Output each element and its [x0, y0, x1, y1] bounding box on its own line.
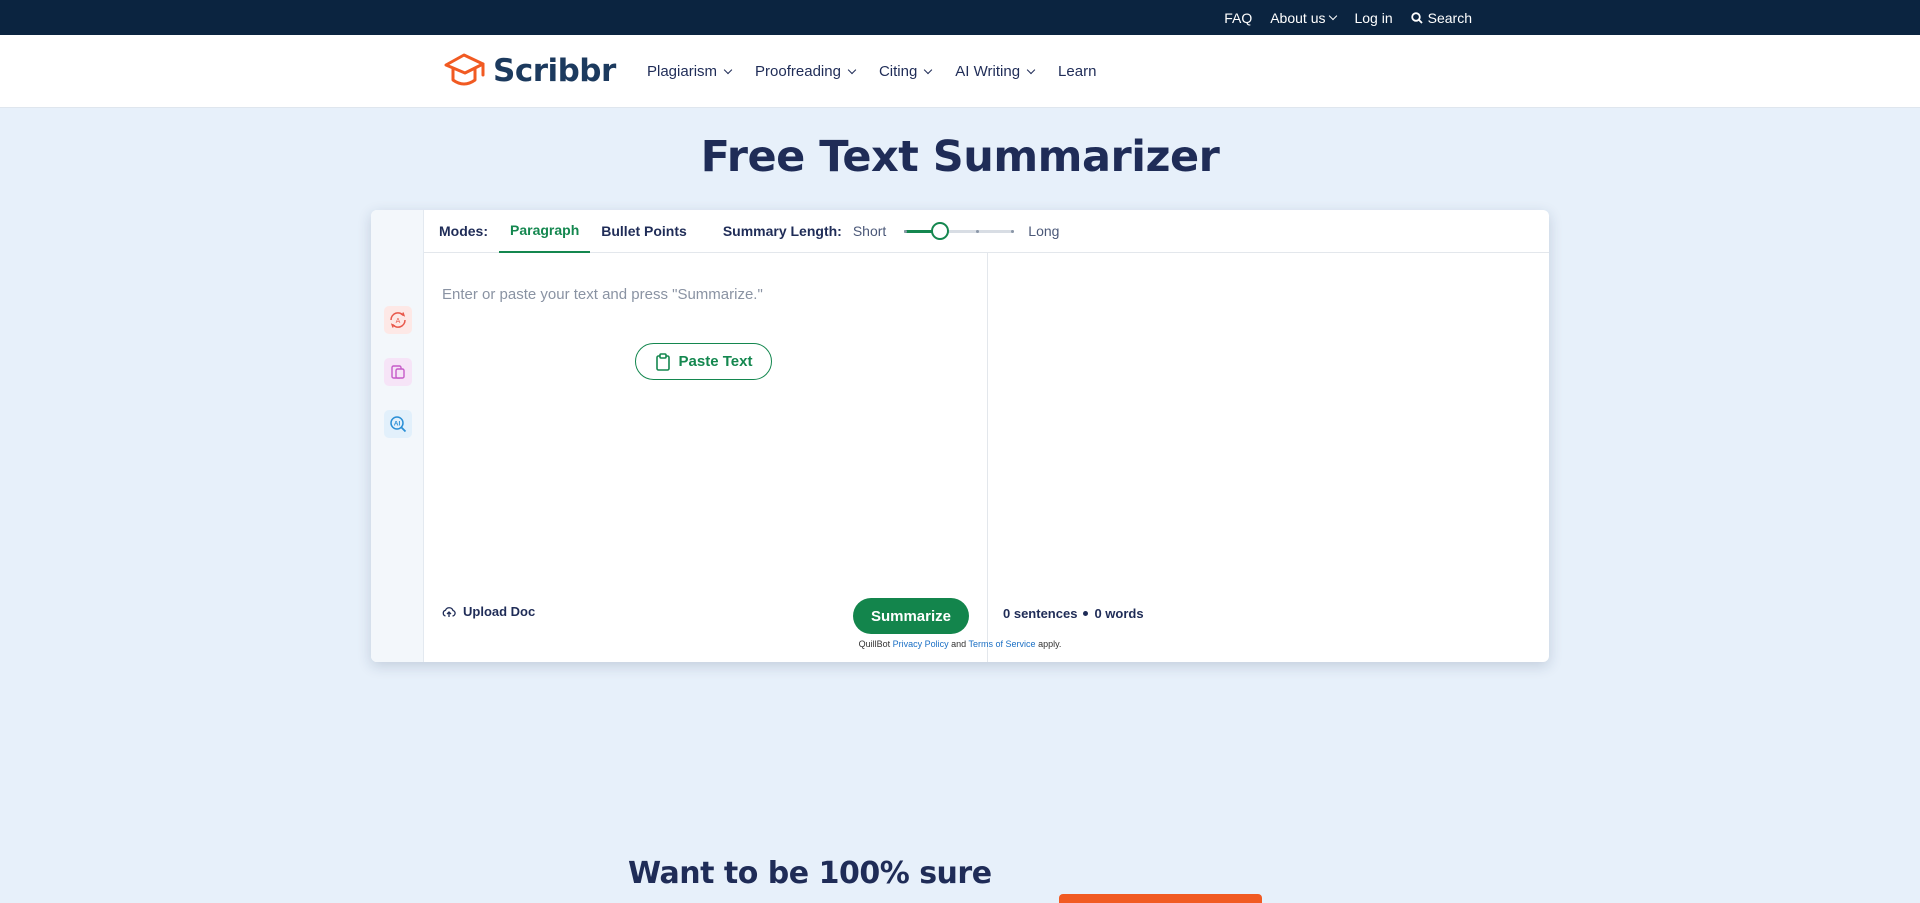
summary-stats: 0 sentences 0 words — [1003, 606, 1144, 621]
promo-heading: Want to be 100% sure — [628, 856, 992, 891]
nav-item-ai-writing[interactable]: AI Writing — [955, 63, 1036, 80]
about-us-link[interactable]: About us — [1270, 9, 1338, 26]
terms-of-service-link[interactable]: Terms of Service — [969, 639, 1036, 649]
nav-item-plagiarism[interactable]: Plagiarism — [647, 63, 733, 80]
cloud-upload-icon — [442, 606, 456, 617]
svg-text:A: A — [396, 318, 401, 325]
nav-item-label: Proofreading — [755, 63, 841, 80]
chevron-down-icon — [723, 65, 733, 74]
summary-length-short-label: Short — [852, 223, 887, 239]
summary-length-label: Summary Length: — [722, 223, 842, 239]
sentence-count: 0 sentences — [1003, 606, 1078, 621]
legal-and: and — [951, 639, 967, 649]
upload-doc-label: Upload Doc — [463, 604, 536, 619]
nav-item-label: Plagiarism — [647, 63, 718, 80]
slider-tick — [1011, 230, 1015, 233]
clipboard-icon — [655, 352, 670, 371]
legal-suffix: apply. — [1038, 639, 1062, 649]
svg-text:AI: AI — [394, 421, 401, 428]
paste-text-button[interactable]: Paste Text — [635, 343, 772, 380]
legal-notice: QuillBot Privacy Policy and Terms of Ser… — [0, 639, 1920, 649]
summary-length-slider[interactable] — [904, 221, 1015, 241]
main-nav: Scribbr Plagiarism Proofreading Citing A… — [0, 35, 1920, 108]
search-label: Search — [1427, 9, 1472, 26]
top-utility-bar: FAQ About us Log in Search — [0, 0, 1920, 35]
nav-item-label: Learn — [1058, 63, 1097, 80]
input-placeholder[interactable]: Enter or paste your text and press "Summ… — [442, 286, 763, 303]
login-link[interactable]: Log in — [1354, 10, 1392, 26]
privacy-policy-link[interactable]: Privacy Policy — [893, 639, 949, 649]
chevron-down-icon — [1329, 11, 1338, 20]
graduation-cap-logo-icon — [444, 53, 485, 86]
modes-label: Modes: — [439, 223, 488, 239]
summarizer-tool: A AI Modes: Paragraph Bullet Points Summ… — [371, 210, 1549, 662]
output-pane: 0 sentences 0 words — [988, 253, 1549, 662]
mode-tab-paragraph[interactable]: Paragraph — [499, 210, 591, 253]
scribbr-logo[interactable]: Scribbr — [442, 51, 616, 91]
upload-doc-button[interactable]: Upload Doc — [442, 604, 535, 619]
tool-sidebar: A AI — [371, 210, 424, 662]
legal-prefix: QuillBot — [858, 639, 891, 649]
nav-item-learn[interactable]: Learn — [1058, 63, 1096, 80]
nav-item-label: Citing — [878, 63, 918, 80]
search-icon — [1410, 11, 1423, 24]
nav-menu: Plagiarism Proofreading Citing AI Writin… — [647, 35, 1096, 108]
paste-text-label: Paste Text — [678, 353, 753, 370]
chevron-down-icon — [847, 65, 857, 74]
document-compare-icon — [391, 365, 405, 379]
page-title: Free Text Summarizer — [700, 132, 1220, 182]
logo-text: Scribbr — [493, 53, 616, 89]
input-pane[interactable]: Enter or paste your text and press "Summ… — [424, 253, 988, 662]
slider-knob[interactable] — [931, 222, 950, 240]
summarize-button[interactable]: Summarize — [853, 598, 969, 634]
about-us-label: About us — [1270, 9, 1326, 26]
word-count: 0 words — [1094, 606, 1144, 621]
paraphraser-icon: A — [390, 312, 406, 328]
faq-link[interactable]: FAQ — [1224, 10, 1252, 26]
summary-length-long-label: Long — [1028, 223, 1060, 239]
nav-item-proofreading[interactable]: Proofreading — [755, 63, 857, 80]
ai-detector-icon: AI — [390, 416, 407, 433]
nav-item-label: AI Writing — [955, 63, 1021, 80]
top-links: FAQ About us Log in Search — [1224, 0, 1472, 35]
mode-toolbar: Modes: Paragraph Bullet Points Summary L… — [424, 210, 1549, 253]
paraphraser-tool-button[interactable]: A — [384, 306, 412, 334]
promo-cta-button[interactable] — [1059, 894, 1262, 903]
nav-item-citing[interactable]: Citing — [878, 63, 933, 80]
chevron-down-icon — [1026, 65, 1036, 74]
ai-detector-tool-button[interactable]: AI — [384, 410, 412, 438]
compare-tool-button[interactable] — [384, 358, 412, 386]
mode-tab-bullet-points[interactable]: Bullet Points — [590, 210, 698, 253]
bullet-separator — [1083, 611, 1089, 616]
search-link[interactable]: Search — [1410, 9, 1472, 26]
chevron-down-icon — [924, 65, 933, 74]
